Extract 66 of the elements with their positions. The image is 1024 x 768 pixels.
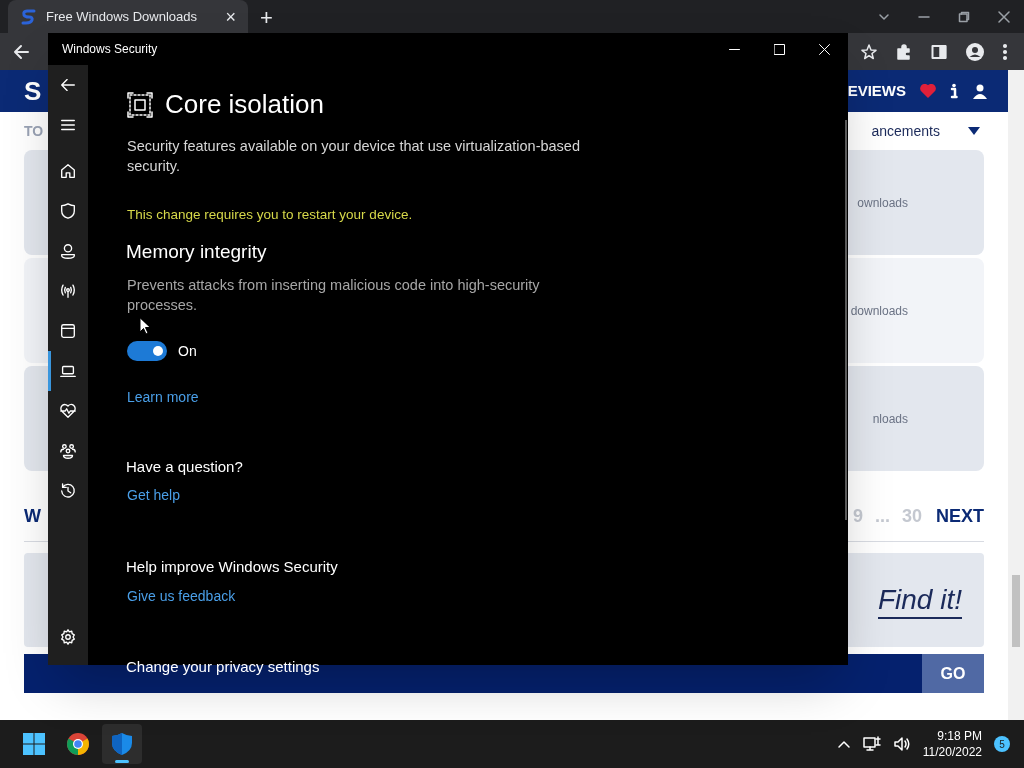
banner-slogan: Find it!: [877, 581, 962, 619]
back-icon[interactable]: [12, 42, 30, 61]
time-text: 9:18 PM: [937, 728, 982, 744]
network-icon[interactable]: [862, 736, 881, 752]
go-button[interactable]: GO: [922, 654, 984, 693]
home-icon: [59, 162, 77, 180]
heart-pulse-icon: [59, 402, 77, 420]
maximize-icon[interactable]: [774, 43, 785, 55]
card-text: downloads: [850, 302, 908, 320]
new-tab-button[interactable]: +: [260, 7, 273, 29]
site-logo-icon: [20, 7, 38, 26]
back-icon: [59, 76, 77, 94]
section-heading: Help improve Windows Security: [126, 557, 338, 578]
heart-icon[interactable]: [920, 84, 936, 98]
browser-icon[interactable]: [66, 732, 90, 756]
windows-logo-icon[interactable]: [22, 732, 46, 756]
star-icon[interactable]: [860, 42, 878, 61]
close-icon[interactable]: [998, 10, 1010, 23]
info-icon[interactable]: [950, 83, 958, 99]
section-heading: Have a question?: [126, 456, 243, 477]
restore-icon[interactable]: [958, 10, 970, 23]
intro-text: Security features available on your device that use virtualization-based security.: [127, 137, 581, 176]
scrollbar[interactable]: [1008, 70, 1024, 720]
site-logo[interactable]: S: [24, 71, 41, 111]
profile-icon[interactable]: [965, 41, 985, 62]
setting-description: Prevents attacks from inserting malicious code into high-security processes.: [127, 275, 541, 315]
person-icon: [59, 242, 77, 260]
clock[interactable]: 9:18 PM 11/20/2022: [922, 728, 982, 760]
window-title: Windows Security: [62, 41, 158, 58]
puzzle-icon[interactable]: [895, 42, 913, 61]
card-text: ownloads: [857, 194, 908, 212]
speaker-icon[interactable]: [892, 736, 911, 752]
settings-icon: [59, 628, 77, 646]
app-window-icon: [59, 322, 77, 340]
section-heading: Change your privacy settings: [126, 656, 320, 677]
card-text: nloads: [872, 410, 908, 428]
browser-tab[interactable]: Free Windows Downloads ×: [8, 0, 248, 33]
user-icon[interactable]: [972, 83, 988, 99]
dropdown-caret-icon[interactable]: [968, 127, 980, 135]
scrollbar[interactable]: [845, 120, 847, 520]
next-link[interactable]: NEXT: [936, 503, 984, 530]
family-icon: [59, 442, 77, 460]
side-panel-icon[interactable]: [930, 42, 948, 61]
mouse-cursor-icon: [139, 317, 151, 335]
antenna-icon: [59, 282, 77, 300]
toggle-state-label: On: [178, 341, 197, 361]
shield-icon[interactable]: [110, 732, 134, 756]
help-link[interactable]: Get help: [127, 485, 180, 507]
page-heading: Core isolation: [165, 88, 324, 121]
date-text: 11/20/2022: [922, 744, 982, 760]
more-icon[interactable]: [1002, 42, 1008, 61]
shield-icon: [59, 202, 77, 220]
memory-integrity-toggle[interactable]: [127, 341, 167, 362]
core-isolation-icon: [127, 91, 153, 118]
section-title: W: [24, 505, 41, 528]
notification-badge[interactable]: 5: [994, 736, 1010, 752]
learn-more-link[interactable]: Learn more: [127, 386, 199, 408]
tab-title: Free Windows Downloads: [46, 7, 198, 26]
help-link[interactable]: Give us feedback: [127, 585, 236, 607]
restart-warning: This change requires you to restart your device.: [127, 206, 413, 224]
security-taskbar-button[interactable]: [102, 724, 142, 764]
section-heading: Memory integrity: [126, 240, 267, 265]
category-dropdown[interactable]: ancements: [871, 120, 940, 142]
tab-close-button[interactable]: ×: [225, 7, 236, 26]
nav-link[interactable]: EVIEWS: [847, 79, 906, 103]
history-icon: [59, 482, 77, 500]
